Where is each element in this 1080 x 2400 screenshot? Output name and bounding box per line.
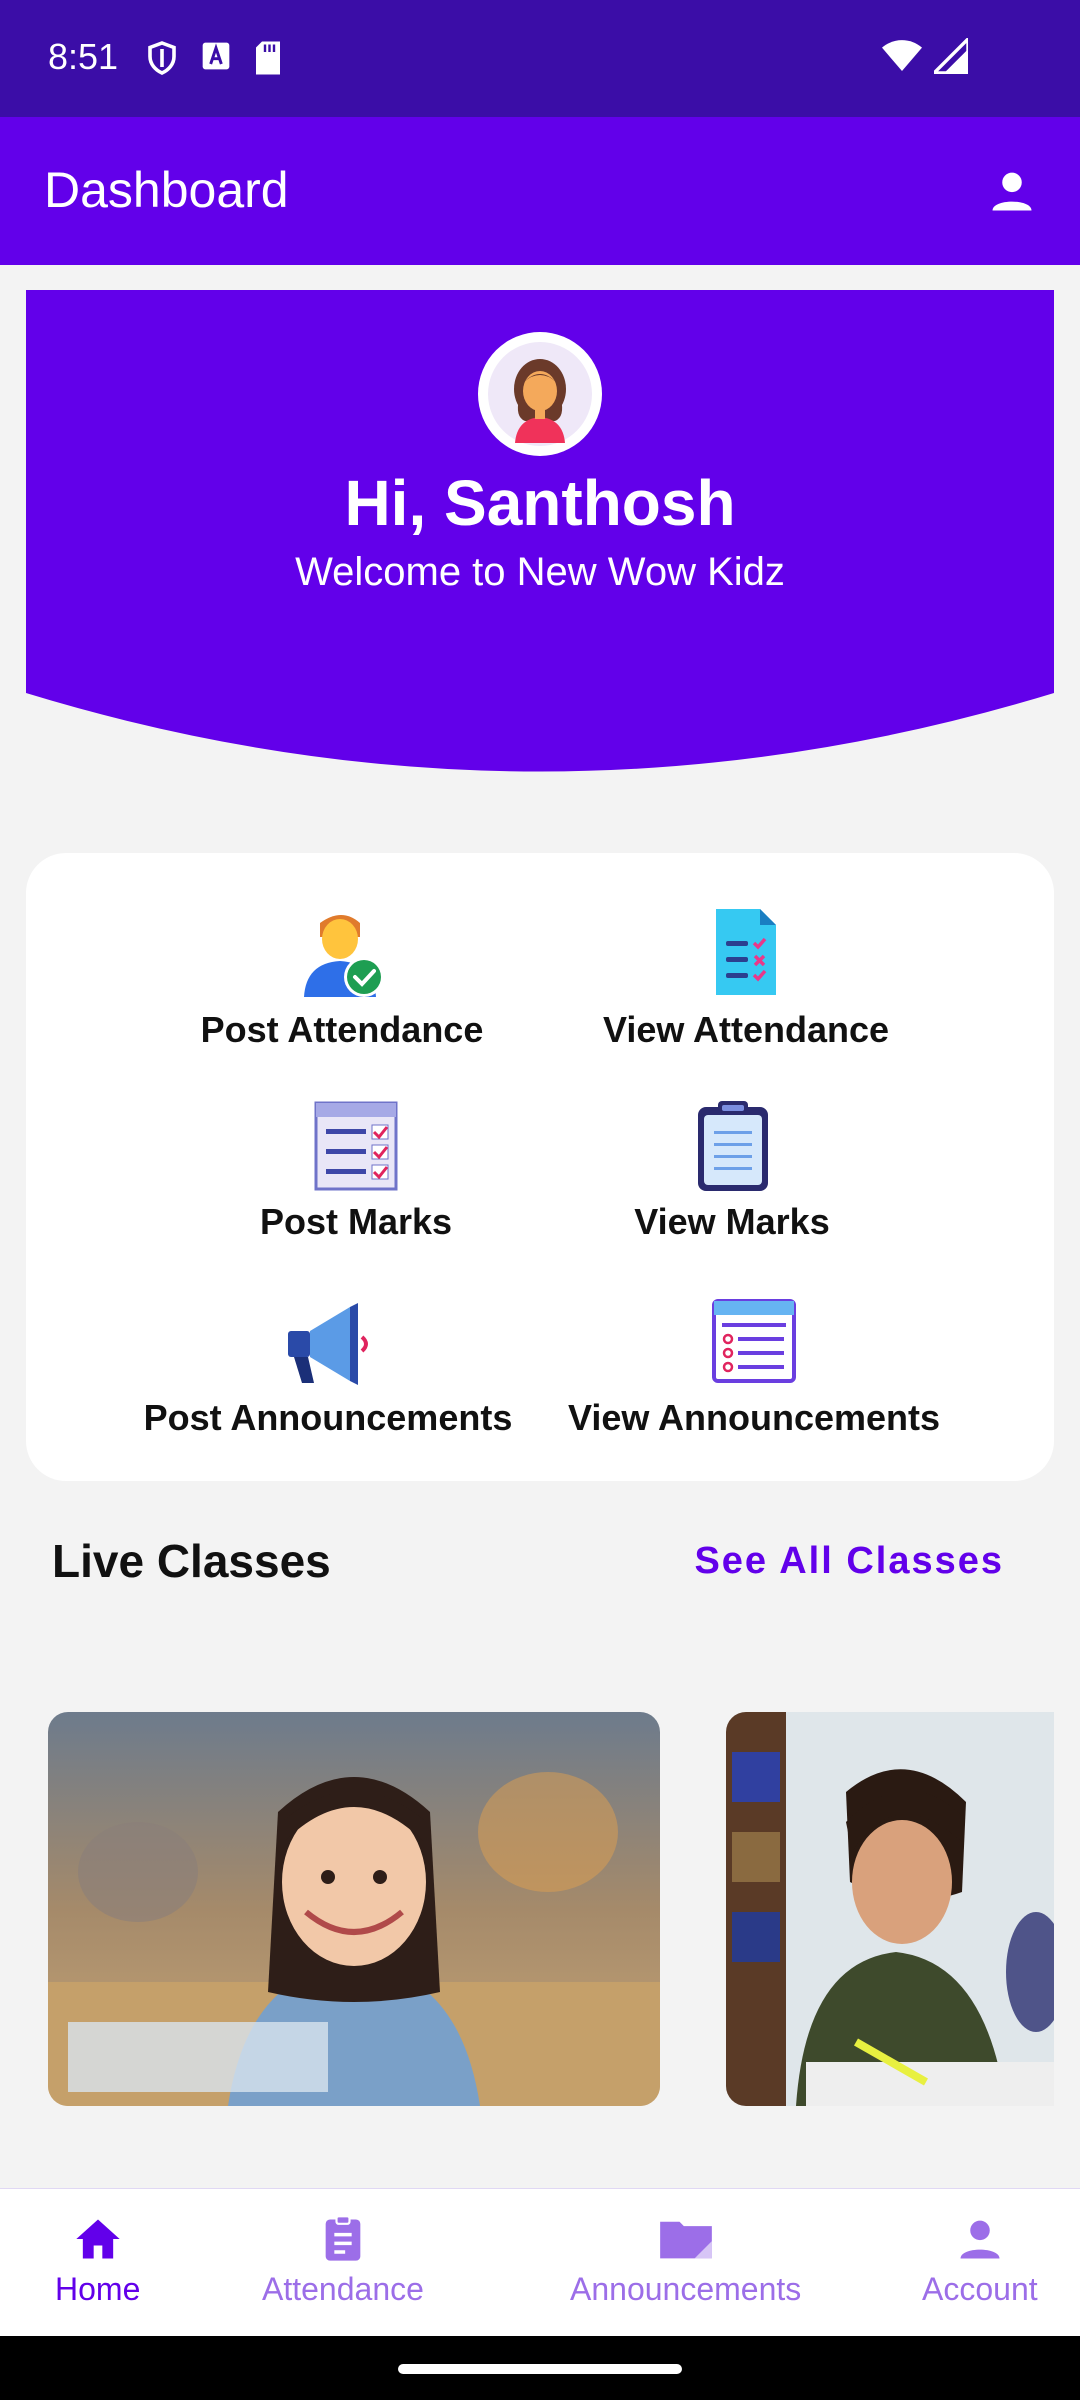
sd-card-icon	[256, 41, 280, 75]
action-label: View Marks	[634, 1201, 830, 1242]
nav-attendance[interactable]: Attendance	[262, 2213, 424, 2308]
greeting-text: Hi, Santhosh	[344, 467, 736, 539]
action-label: Post Marks	[259, 1201, 453, 1242]
account-button[interactable]	[980, 159, 1044, 223]
action-label: Post Announcements	[143, 1397, 513, 1438]
teacher-avatar-icon	[488, 342, 592, 446]
folder-icon	[659, 2221, 712, 2259]
action-label: Post Attendance	[200, 1009, 484, 1050]
welcome-text: Welcome to New Wow Kidz	[295, 550, 785, 594]
class-photo-boy	[726, 1712, 1054, 2106]
user-check-icon	[304, 915, 384, 997]
system-gesture-bar	[0, 2336, 1080, 2400]
checklist-icon	[314, 1101, 398, 1191]
system-icons	[882, 38, 968, 74]
status-bar: 8:51	[0, 0, 1080, 117]
clipboard-icon	[698, 1101, 768, 1191]
bottom-navigation: Home Attendance Announcements Account	[0, 2188, 1080, 2336]
class-photo-girl	[48, 1712, 660, 2106]
text-icon	[202, 42, 230, 70]
signal-icon	[934, 38, 968, 74]
avatar[interactable]	[478, 332, 602, 456]
view-attendance-button[interactable]: View Attendance	[526, 905, 966, 1051]
live-class-card[interactable]	[726, 1712, 1054, 2106]
action-label: View Announcements	[567, 1397, 941, 1438]
home-gesture-handle[interactable]	[398, 2364, 682, 2374]
home-icon	[76, 2219, 120, 2259]
nav-account[interactable]: Account	[922, 2213, 1038, 2308]
nav-announcements[interactable]: Announcements	[570, 2213, 801, 2308]
nav-label: Home	[55, 2271, 141, 2307]
post-marks-button[interactable]: Post Marks	[136, 1097, 576, 1243]
page-title: Dashboard	[44, 162, 289, 218]
quick-actions-card: Post Attendance View Attendance Post Mar…	[26, 853, 1054, 1481]
app-bar: Dashboard	[0, 117, 1080, 265]
person-icon	[960, 2220, 1000, 2259]
nav-label: Attendance	[262, 2271, 424, 2307]
post-attendance-button[interactable]: Post Attendance	[122, 905, 562, 1051]
browser-list-icon	[712, 1299, 796, 1383]
wifi-icon	[882, 40, 922, 71]
shield-icon	[148, 41, 176, 75]
live-classes-heading: Live Classes	[52, 1535, 331, 1587]
nav-label: Announcements	[570, 2271, 802, 2307]
live-class-card[interactable]	[48, 1712, 660, 2106]
nav-label: Account	[922, 2271, 1038, 2307]
person-icon	[992, 172, 1032, 211]
notification-icons	[144, 40, 284, 76]
status-time: 8:51	[48, 36, 119, 77]
welcome-banner: Hi, Santhosh Welcome to New Wow Kidz	[26, 290, 1054, 782]
assignment-icon	[325, 2215, 361, 2261]
nav-home[interactable]: Home	[55, 2213, 140, 2308]
see-all-classes-link[interactable]: See All Classes	[694, 1540, 1004, 1583]
view-marks-button[interactable]: View Marks	[512, 1097, 952, 1243]
action-label: View Attendance	[602, 1009, 890, 1050]
document-check-icon	[716, 909, 776, 995]
post-announcements-button[interactable]: Post Announcements	[108, 1293, 548, 1439]
megaphone-icon	[288, 1303, 368, 1385]
view-announcements-button[interactable]: View Announcements	[534, 1293, 974, 1439]
